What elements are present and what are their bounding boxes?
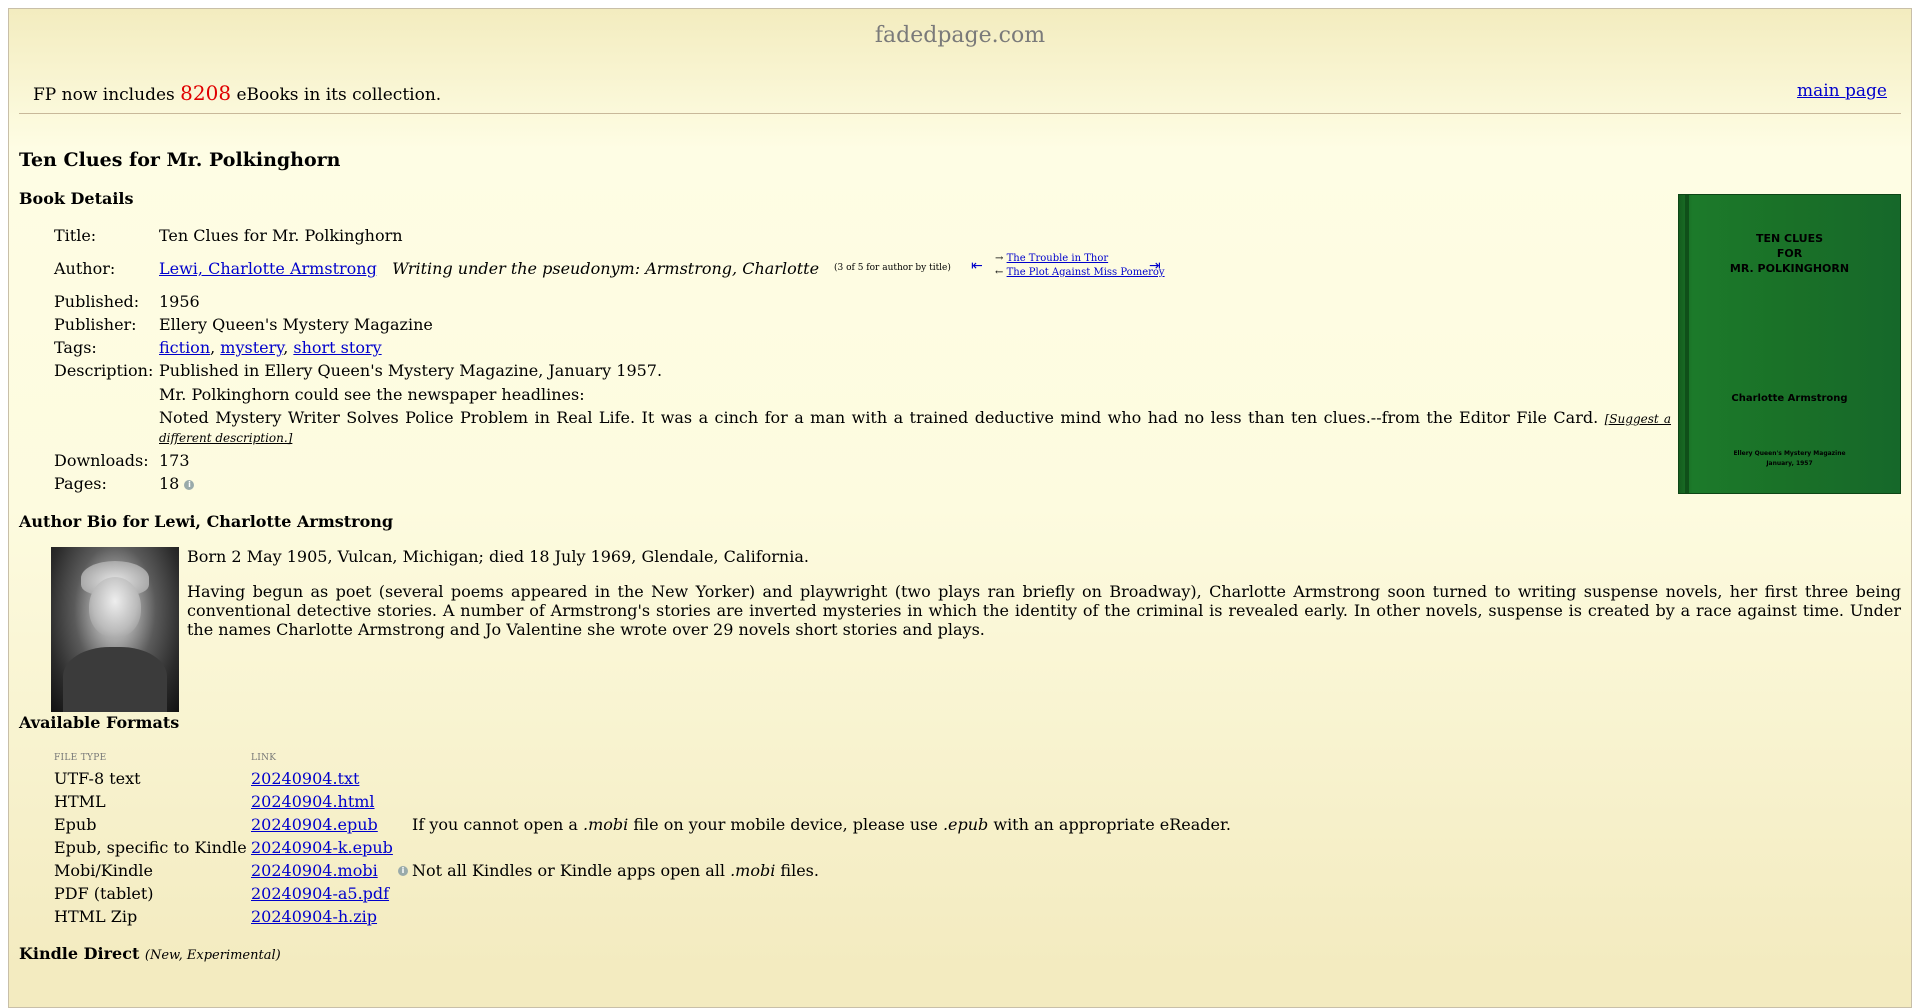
format-link-mobi[interactable]: 20240904.mobi	[251, 861, 378, 880]
author-position: (3 of 5 for author by title)	[834, 263, 951, 273]
cover-footer-line-2: January, 1957	[1766, 460, 1813, 467]
cover-author: Charlotte Armstrong	[1731, 393, 1848, 404]
next-book-link[interactable]: The Trouble in Thor	[1007, 253, 1109, 264]
last-book-arrow-icon[interactable]: ⇥	[1149, 258, 1161, 274]
collection-prefix: FP now includes	[33, 85, 175, 105]
tag-short-story[interactable]: short story	[293, 338, 381, 357]
pseudonym-text: Writing under the pseudonym: Armstrong, …	[392, 259, 820, 278]
mobi-info-icon[interactable]: i	[398, 866, 408, 876]
kindle-direct-title: Kindle Direct	[19, 944, 140, 963]
main-page-link[interactable]: main page	[1797, 81, 1887, 101]
prev-book-link[interactable]: The Plot Against Miss Pomeroy	[1007, 267, 1165, 278]
book-heading: Ten Clues for Mr. Polkinghorn	[19, 149, 341, 171]
right-arrow-icon: →	[995, 253, 1004, 264]
publisher-value: Ellery Queen's Mystery Magazine	[159, 315, 433, 334]
title-value: Ten Clues for Mr. Polkinghorn	[159, 226, 403, 245]
cover-footer-line-1: Ellery Queen's Mystery Magazine	[1733, 450, 1846, 457]
formats-heading: Available Formats	[19, 713, 180, 732]
description-text: Noted Mystery Writer Solves Police Probl…	[159, 408, 1599, 427]
mobi-note-mobi: .mobi	[730, 861, 776, 880]
mobi-note-pre: Not all Kindles or Kindle apps open all	[412, 861, 731, 880]
epub-note: If you cannot open a .mobi file on your …	[412, 815, 1231, 834]
prev-book-row: ← The Plot Against Miss Pomeroy	[995, 267, 1165, 278]
collection-suffix: eBooks in its collection.	[236, 85, 442, 105]
epub-note-pre: If you cannot open a	[412, 815, 584, 834]
pages-row: 18 i	[159, 474, 195, 493]
format-type-html: HTML	[54, 792, 106, 811]
format-type-html-zip: HTML Zip	[54, 907, 138, 926]
pages-info-icon[interactable]: i	[184, 479, 195, 490]
format-type-mobi: Mobi/Kindle	[54, 861, 153, 880]
description-line-2: Mr. Polkinghorn could see the newspaper …	[159, 385, 585, 404]
format-link-html[interactable]: 20240904.html	[251, 792, 375, 811]
format-type-kindle-epub: Epub, specific to Kindle	[54, 838, 247, 857]
epub-note-post: with an appropriate eReader.	[988, 815, 1231, 834]
format-link-kindle-epub[interactable]: 20240904-k.epub	[251, 838, 393, 857]
pages-label: Pages:	[54, 474, 107, 493]
epub-note-mid: file on your mobile device, please use	[628, 815, 943, 834]
author-link[interactable]: Lewi, Charlotte Armstrong	[159, 259, 377, 278]
bio-paragraph-2: Having begun as poet (several poems appe…	[187, 582, 1901, 640]
book-details-heading: Book Details	[19, 189, 134, 208]
format-type-txt: UTF-8 text	[54, 769, 141, 788]
description-label: Description:	[54, 361, 154, 380]
collection-count: 8208	[180, 81, 232, 105]
bio-paragraph-1: Born 2 May 1905, Vulcan, Michigan; died …	[187, 547, 809, 566]
tag-mystery[interactable]: mystery	[220, 338, 283, 357]
author-portrait	[51, 547, 179, 712]
author-row: Lewi, Charlotte Armstrong Writing under …	[159, 259, 819, 278]
publisher-label: Publisher:	[54, 315, 137, 334]
mobi-note-post: files.	[775, 861, 819, 880]
cover-footer: Ellery Queen's Mystery Magazine January,…	[1679, 449, 1900, 469]
page-frame: fadedpage.com FP now includes 8208 eBook…	[8, 8, 1912, 1008]
description-line-3: Noted Mystery Writer Solves Police Probl…	[159, 408, 1671, 446]
epub-note-mobi: .mobi	[583, 815, 629, 834]
tags-value: fiction, mystery, short story	[159, 338, 382, 357]
author-bio-heading: Author Bio for Lewi, Charlotte Armstrong	[19, 512, 394, 531]
description-line-1: Published in Ellery Queen's Mystery Maga…	[159, 361, 663, 380]
first-book-arrow-icon[interactable]: ⇤	[971, 258, 983, 274]
format-link-pdf[interactable]: 20240904-a5.pdf	[251, 884, 389, 903]
format-type-epub: Epub	[54, 815, 97, 834]
downloads-label: Downloads:	[54, 451, 149, 470]
format-type-pdf: PDF (tablet)	[54, 884, 154, 903]
epub-note-epub: .epub	[942, 815, 989, 834]
link-column-header: LINK	[251, 753, 277, 763]
format-link-epub[interactable]: 20240904.epub	[251, 815, 378, 834]
tags-label: Tags:	[54, 338, 97, 357]
portrait-face	[89, 577, 141, 637]
left-arrow-icon: ←	[995, 267, 1004, 278]
site-title: fadedpage.com	[874, 23, 1046, 48]
next-book-row: → The Trouble in Thor	[995, 253, 1108, 264]
title-label: Title:	[54, 226, 97, 245]
file-type-column-header: FILE TYPE	[54, 753, 107, 763]
cover-title-line-2: FOR	[1776, 247, 1803, 260]
pages-value: 18	[159, 474, 180, 493]
kindle-direct-heading: Kindle Direct (New, Experimental)	[19, 944, 281, 963]
format-link-txt[interactable]: 20240904.txt	[251, 769, 359, 788]
book-cover-image: TEN CLUES FOR MR. POLKINGHORN Charlotte …	[1678, 194, 1901, 494]
cover-title-line-3: MR. POLKINGHORN	[1729, 262, 1850, 275]
published-label: Published:	[54, 292, 140, 311]
collection-count-line: FP now includes 8208 eBooks in its colle…	[33, 81, 441, 105]
portrait-body	[63, 647, 167, 712]
format-link-html-zip[interactable]: 20240904-h.zip	[251, 907, 377, 926]
downloads-value: 173	[159, 451, 190, 470]
header-divider	[19, 113, 1901, 114]
cover-title-line-1: TEN CLUES	[1755, 232, 1824, 245]
author-label: Author:	[54, 259, 116, 278]
kindle-direct-subtitle: (New, Experimental)	[144, 948, 281, 963]
mobi-note: Not all Kindles or Kindle apps open all …	[412, 861, 819, 880]
cover-title: TEN CLUES FOR MR. POLKINGHORN	[1679, 231, 1900, 276]
published-value: 1956	[159, 292, 200, 311]
tag-fiction[interactable]: fiction	[159, 338, 210, 357]
